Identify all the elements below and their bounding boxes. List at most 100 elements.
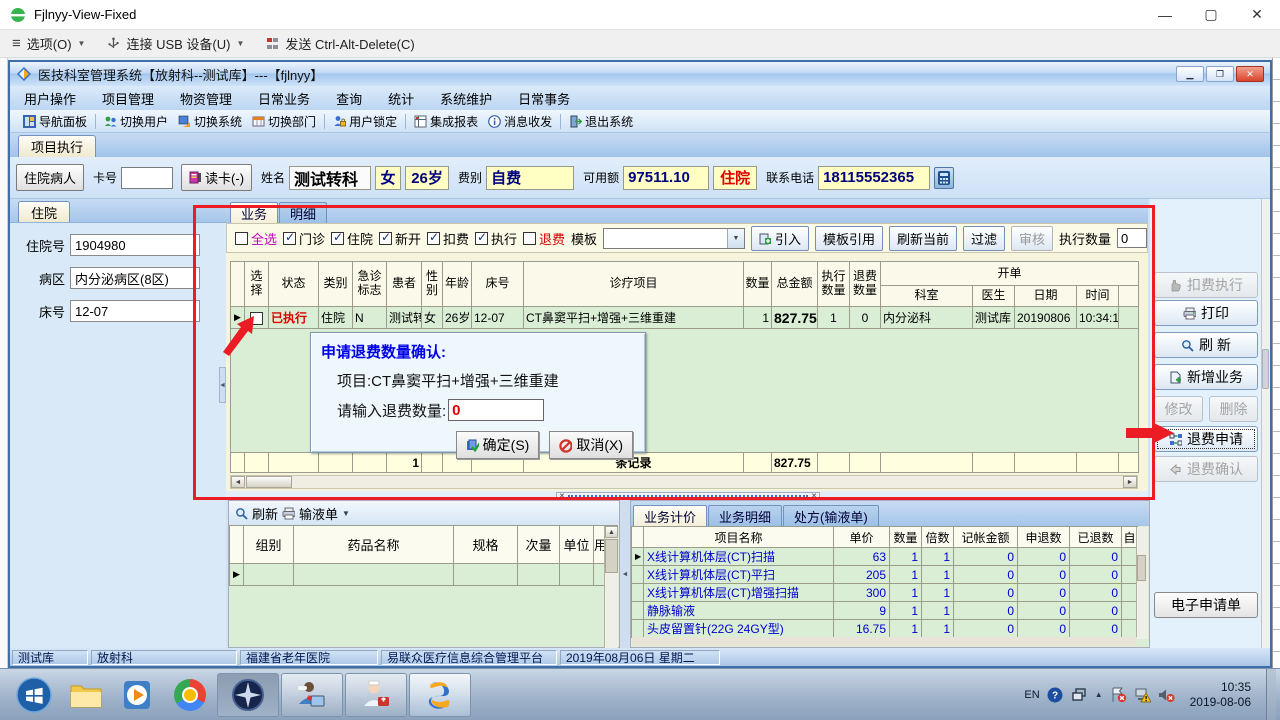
start-button[interactable] (8, 673, 60, 717)
infusion-print-button[interactable]: 输液单 (299, 504, 338, 523)
splitter-grip[interactable]: ✕ ✕ (556, 492, 820, 500)
taskbar-his-app-button[interactable] (409, 672, 471, 717)
col-item[interactable]: 诊疗项目 (523, 261, 744, 307)
tray-restore-windows-icon[interactable] (1071, 687, 1088, 703)
table-row[interactable]: 头皮留置针(22G 24GY型) 16.75 1 1 0 0 0 (631, 619, 1138, 638)
filter-new[interactable]: 新开 (379, 229, 421, 248)
table-row[interactable]: ▶ 已执行 住院 N 测试转科 女 26岁 12-07 CT鼻窦平扫+增强+三维… (230, 306, 1140, 329)
checkbox-unchecked-icon[interactable] (235, 231, 248, 245)
grid-hscrollbar[interactable]: ◄ ► (230, 475, 1138, 489)
col-date[interactable]: 日期 (1014, 285, 1077, 307)
tray-flag-alert-icon[interactable] (1110, 687, 1127, 703)
refresh-button[interactable]: 刷 新 (1154, 332, 1258, 358)
table-row[interactable]: ▶ X线计算机体层(CT)扫描 63 1 1 0 0 0 (631, 547, 1138, 566)
menu-daily-affairs[interactable]: 日常事务 (518, 89, 570, 108)
bed-no-value[interactable]: 12-07 (70, 300, 200, 322)
viewer-close-button[interactable]: ✕ (1234, 0, 1280, 30)
ward-value[interactable]: 内分泌病区(8区) (70, 267, 200, 289)
checkbox-checked-icon[interactable] (427, 230, 440, 245)
tab-business[interactable]: 业务 (230, 202, 279, 223)
toolbar-nav-panel[interactable]: 导航面板 (18, 113, 92, 130)
template-combobox[interactable]: ▼ (603, 227, 745, 249)
bottom-splitter-handle[interactable]: ◄ (620, 500, 630, 648)
tray-network-warning-icon[interactable] (1134, 687, 1151, 703)
toolbar-report[interactable]: 集成报表 (409, 113, 483, 130)
toolbar-user-lock[interactable]: 用户锁定 (328, 113, 402, 130)
col-qty[interactable]: 数量 (889, 526, 922, 548)
taskbar-nurse-app-button[interactable] (345, 672, 407, 717)
menu-user-ops[interactable]: 用户操作 (24, 89, 76, 108)
dialog-ok-button[interactable]: 确定(S) (455, 431, 540, 459)
calculator-button[interactable] (934, 166, 955, 189)
refresh-current-button[interactable]: 刷新当前 (888, 225, 957, 251)
toolbar-switch-user[interactable]: 切换用户 (99, 113, 173, 130)
tray-clock[interactable]: 10:35 2019-08-06 (1182, 680, 1259, 710)
e-application-button[interactable]: 电子申请单 (1154, 592, 1258, 618)
delete-button[interactable]: 删除 (1209, 396, 1258, 422)
row-select-checkbox[interactable] (250, 311, 263, 325)
left-splitter-handle[interactable]: ◄ (219, 367, 226, 403)
checkbox-unchecked-icon[interactable] (523, 231, 536, 245)
template-apply-button[interactable]: 模板引用 (814, 225, 883, 251)
infusion-refresh-button[interactable]: 刷新 (252, 504, 278, 523)
refund-qty-input[interactable] (448, 399, 545, 421)
col-time[interactable]: 时间 (1076, 285, 1119, 307)
refund-confirm-button[interactable]: 退费确认 (1154, 456, 1258, 482)
col-drug-name[interactable]: 药品名称 (293, 525, 454, 564)
infusion-vscrollbar[interactable]: ▲ (604, 526, 618, 648)
table-row[interactable]: X线计算机体层(CT)增强扫描 300 1 1 0 0 0 (631, 583, 1138, 602)
col-urgent[interactable]: 急诊标志 (352, 261, 387, 307)
right-vscrollbar[interactable] (1261, 199, 1270, 648)
menu-query[interactable]: 查询 (336, 89, 362, 108)
dialog-cancel-button[interactable]: 取消(X) (549, 431, 633, 459)
tray-language[interactable]: EN (1024, 689, 1039, 701)
tab-prescription[interactable]: 处方(输液单) (783, 505, 879, 526)
tab-business-detail[interactable]: 业务明细 (708, 505, 783, 526)
scroll-thumb[interactable] (605, 539, 618, 573)
chevron-down-icon[interactable]: ▼ (342, 509, 350, 518)
viewer-send-cad-menu[interactable]: 发送 Ctrl-Alt-Delete(C) (266, 34, 415, 53)
viewer-options-menu[interactable]: ≡ 选项(O) ▼ (12, 34, 85, 53)
col-item-name[interactable]: 项目名称 (643, 526, 834, 548)
filter-charged[interactable]: 扣费 (427, 229, 469, 248)
taskbar-doctor-app-button[interactable] (281, 672, 343, 717)
menu-project-mgmt[interactable]: 项目管理 (102, 89, 154, 108)
col-amount[interactable]: 记帐金额 (953, 526, 1018, 548)
refund-apply-button[interactable]: 退费申请 (1154, 426, 1258, 452)
col-age[interactable]: 年龄 (442, 261, 472, 307)
pricing-hscrollbar[interactable] (632, 637, 1137, 646)
menu-system-maintenance[interactable]: 系统维护 (440, 89, 492, 108)
app-close-button[interactable]: ✕ (1236, 66, 1264, 82)
scroll-left-icon[interactable]: ◄ (231, 476, 245, 488)
checkbox-checked-icon[interactable] (379, 230, 392, 245)
toolbar-exit[interactable]: 退出系统 (564, 113, 638, 130)
app-minimize-button[interactable]: ▁ (1176, 66, 1204, 82)
filter-inpatient[interactable]: 住院 (331, 229, 373, 248)
tray-volume-muted-icon[interactable] (1158, 687, 1175, 703)
filter-button[interactable]: 过滤 (962, 225, 1005, 251)
col-exec-qty[interactable]: 执行数量 (817, 261, 850, 307)
table-row[interactable]: ▶ (229, 563, 618, 586)
taskbar-explorer-icon[interactable] (60, 673, 112, 717)
col-bed[interactable]: 床号 (471, 261, 524, 307)
toolbar-switch-dept[interactable]: 切换部门 (247, 113, 321, 130)
taskbar-chrome-icon[interactable] (164, 673, 216, 717)
modify-button[interactable]: 修改 (1154, 396, 1203, 422)
card-no-input[interactable] (121, 166, 174, 189)
taskbar-compass-app-button[interactable] (217, 672, 279, 717)
checkbox-checked-icon[interactable] (331, 230, 344, 245)
tray-expand-icon[interactable]: ▲ (1095, 690, 1103, 699)
import-button[interactable]: 引入 (750, 225, 809, 251)
menu-daily-business[interactable]: 日常业务 (258, 89, 310, 108)
charge-execute-button[interactable]: 扣费执行 (1154, 272, 1258, 298)
col-doctor[interactable]: 医生 (972, 285, 1015, 307)
col-refunded[interactable]: 已退数 (1069, 526, 1122, 548)
inpatient-type-button[interactable]: 住院病人 (16, 164, 85, 191)
read-card-button[interactable]: 读卡(-) (181, 164, 253, 191)
col-status[interactable]: 状态 (268, 261, 319, 307)
tab-business-pricing[interactable]: 业务计价 (633, 505, 708, 526)
col-refund-qty[interactable]: 退费数量 (849, 261, 881, 307)
horizontal-splitter[interactable]: ✕ ✕ (226, 491, 1148, 500)
col-unit-price[interactable]: 单价 (833, 526, 890, 548)
viewer-usb-menu[interactable]: 连接 USB 设备(U) ▼ (107, 34, 244, 53)
